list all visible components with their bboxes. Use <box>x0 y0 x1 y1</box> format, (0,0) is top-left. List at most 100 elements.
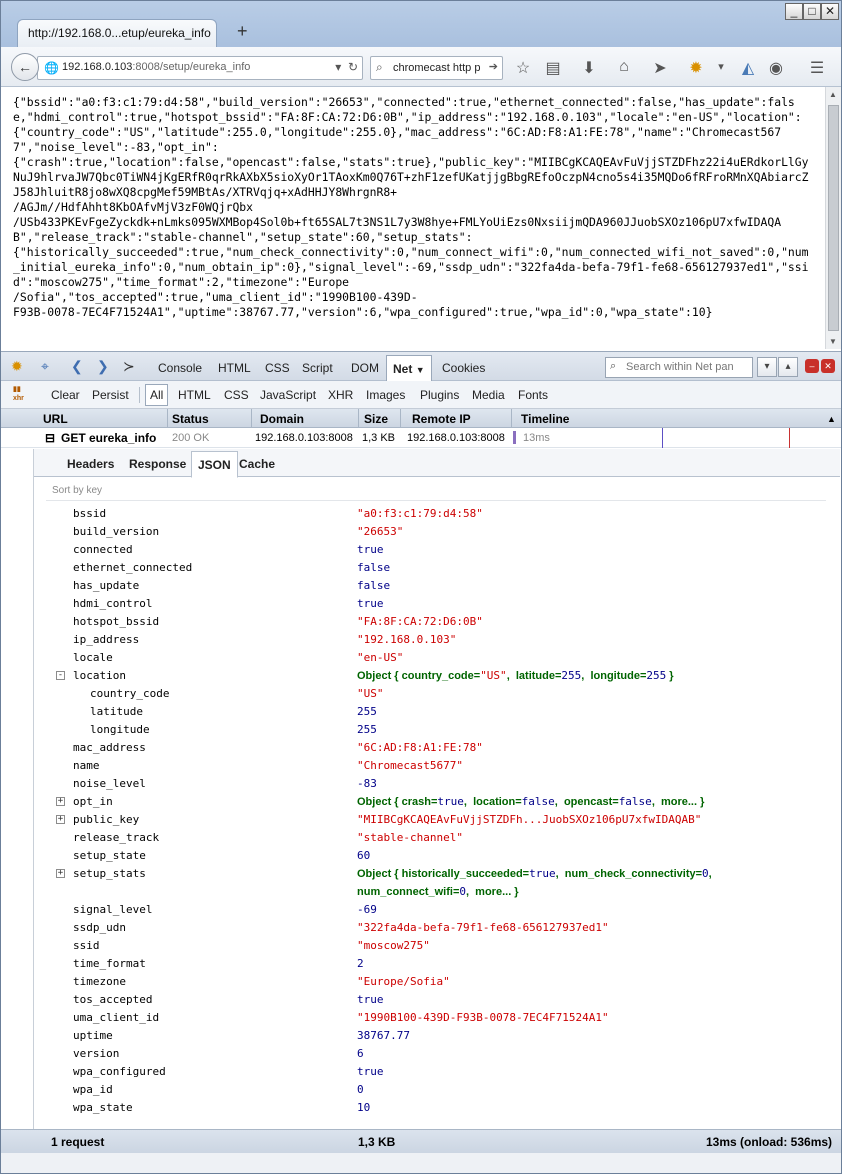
back-icon[interactable]: ❮ <box>71 358 83 375</box>
scroll-down-icon[interactable]: ▼ <box>829 337 837 346</box>
filter-all[interactable]: All <box>145 384 169 406</box>
json-property-row[interactable]: - location Object { country_code="US", lat… <box>34 667 840 685</box>
json-property-row[interactable]: + public_key "MIIBCgKCAQEAvFuVjjSTZDFh...J… <box>34 811 840 829</box>
json-property-row: ssdp_udn "322fa4da-befa-79f1-fe68-6561279… <box>34 919 840 937</box>
json-property-row: version 6 <box>34 1045 840 1063</box>
dropdown-arrow-icon[interactable]: ▾ <box>335 60 341 74</box>
xhr-icon[interactable]: ▮▮ xhr <box>13 385 29 403</box>
firebug-logo-icon[interactable]: ✹ <box>11 358 23 375</box>
tab-cache[interactable]: Cache <box>239 457 275 471</box>
filter-media[interactable]: Media <box>472 388 505 402</box>
object-summary-part: true <box>529 867 556 880</box>
request-timeline: 13ms <box>523 432 550 444</box>
tab-script[interactable]: Script <box>302 361 333 375</box>
close-window-button[interactable]: ✕ <box>821 3 839 20</box>
tab-console[interactable]: Console <box>158 361 202 375</box>
search-go-icon[interactable]: ➔ <box>489 60 498 73</box>
clear-button[interactable]: Clear <box>51 388 80 402</box>
bookmarks-list-icon[interactable]: ▤ <box>543 58 563 78</box>
json-property-row[interactable]: + opt_in Object { crash=true, location=fal… <box>34 793 840 811</box>
command-line-icon[interactable]: ≻ <box>123 358 135 375</box>
request-url[interactable]: GET eureka_info <box>61 431 156 445</box>
col-domain[interactable]: Domain <box>260 412 304 426</box>
property-key: locale <box>73 651 113 664</box>
tab-net[interactable]: Net ▼ <box>386 355 432 381</box>
collapse-icon[interactable]: - <box>56 671 65 680</box>
expand-icon[interactable]: + <box>56 869 65 878</box>
new-tab-button[interactable]: + <box>237 21 248 42</box>
tab-net-label: Net <box>393 362 413 376</box>
request-row[interactable]: ⊟ GET eureka_info 200 OK 192.168.0.103:8… <box>1 428 841 448</box>
filter-css[interactable]: CSS <box>224 388 249 402</box>
tab-json[interactable]: JSON <box>191 451 238 478</box>
persist-button[interactable]: Persist <box>92 388 129 402</box>
col-remote-ip[interactable]: Remote IP <box>412 412 471 426</box>
tab-eureka-info[interactable]: http://192.168.0...etup/eureka_info <box>17 19 217 47</box>
property-value: 2 <box>357 957 364 970</box>
search-bar[interactable]: ⌕ chromecast http p ➔ <box>370 56 503 80</box>
filter-javascript[interactable]: JavaScript <box>260 388 316 402</box>
tab-response[interactable]: Response <box>129 457 186 471</box>
addon-icon[interactable]: ◭ <box>738 58 758 78</box>
search-next-button[interactable]: ▴ <box>778 357 798 377</box>
filter-xhr[interactable]: XHR <box>328 388 353 402</box>
home-icon[interactable]: ⌂ <box>614 58 634 76</box>
object-summary-part: Object { <box>357 670 402 682</box>
property-key: ssid <box>73 939 100 952</box>
col-status[interactable]: Status <box>172 412 209 426</box>
download-icon[interactable]: ⬇ <box>579 58 599 78</box>
object-summary-part: crash= <box>401 796 438 808</box>
expand-icon[interactable]: + <box>56 815 65 824</box>
firebug-dropdown-icon[interactable]: ▾ <box>711 60 731 73</box>
back-arrow-icon: ← <box>18 59 32 75</box>
tab-headers[interactable]: Headers <box>67 457 114 471</box>
property-key: ethernet_connected <box>73 561 193 574</box>
forward-icon[interactable]: ❯ <box>97 358 109 375</box>
property-key: ip_address <box>73 633 140 646</box>
scroll-up-icon[interactable]: ▲ <box>829 90 837 99</box>
filter-html[interactable]: HTML <box>178 388 211 402</box>
reload-icon[interactable]: ↻ <box>348 60 358 74</box>
tab-dom[interactable]: DOM <box>351 361 379 375</box>
json-property-row: wpa_state 10 <box>34 1099 840 1117</box>
property-value: 60 <box>357 849 371 862</box>
back-button[interactable]: ← <box>11 53 39 81</box>
json-property-row: noise_level -83 <box>34 775 840 793</box>
tab-css[interactable]: CSS <box>265 361 290 375</box>
scrollbar-thumb[interactable] <box>828 105 839 331</box>
net-search-input[interactable]: ⌕ Search within Net pan <box>605 357 753 378</box>
sort-by-key-toggle[interactable]: Sort by key <box>52 485 102 496</box>
tab-cookies[interactable]: Cookies <box>442 361 485 375</box>
request-expand-icon[interactable]: ⊟ <box>45 431 55 445</box>
object-summary-part: , more... } <box>651 796 705 808</box>
json-property-row[interactable]: + setup_stats Object { historically_succee… <box>34 865 840 901</box>
minimize-button[interactable]: _ <box>785 3 803 20</box>
filter-images[interactable]: Images <box>366 388 405 402</box>
search-prev-button[interactable]: ▾ <box>757 357 777 377</box>
col-timeline[interactable]: Timeline <box>521 412 569 426</box>
chevron-down-icon[interactable]: ▼ <box>416 365 425 375</box>
json-property-row: ip_address "192.168.0.103" <box>34 631 840 649</box>
menu-icon[interactable]: ☰ <box>807 58 827 78</box>
expand-icon[interactable]: + <box>56 797 65 806</box>
bookmark-star-icon[interactable]: ☆ <box>513 58 533 78</box>
firebug-minimize-button[interactable]: – <box>805 359 819 373</box>
sort-up-icon[interactable]: ▲ <box>827 414 836 424</box>
bottom-strip <box>1 1153 841 1173</box>
col-size[interactable]: Size <box>364 412 388 426</box>
filter-fonts[interactable]: Fonts <box>518 388 548 402</box>
url-bar[interactable]: 🌐 192.168.0.103:8008/setup/eureka_info ▾… <box>37 56 363 80</box>
tab-html[interactable]: HTML <box>218 361 251 375</box>
property-value: "stable-channel" <box>357 831 463 844</box>
filter-plugins[interactable]: Plugins <box>420 388 459 402</box>
send-icon[interactable]: ➤ <box>650 58 670 78</box>
firebug-icon[interactable]: ✹ <box>686 58 706 78</box>
maximize-button[interactable]: □ <box>803 3 821 20</box>
inspect-icon[interactable]: ⌖ <box>41 358 49 375</box>
col-url[interactable]: URL <box>43 412 68 426</box>
addon-circle-icon[interactable]: ◉ <box>766 58 786 78</box>
net-column-headers: URL Status Domain Size Remote IP Timelin… <box>1 409 841 428</box>
firebug-close-button[interactable]: ✕ <box>821 359 835 373</box>
json-property-row: uma_client_id "1990B100-439D-F93B-0078-7E… <box>34 1009 840 1027</box>
vertical-scrollbar[interactable]: ▲ ▼ <box>825 87 841 349</box>
